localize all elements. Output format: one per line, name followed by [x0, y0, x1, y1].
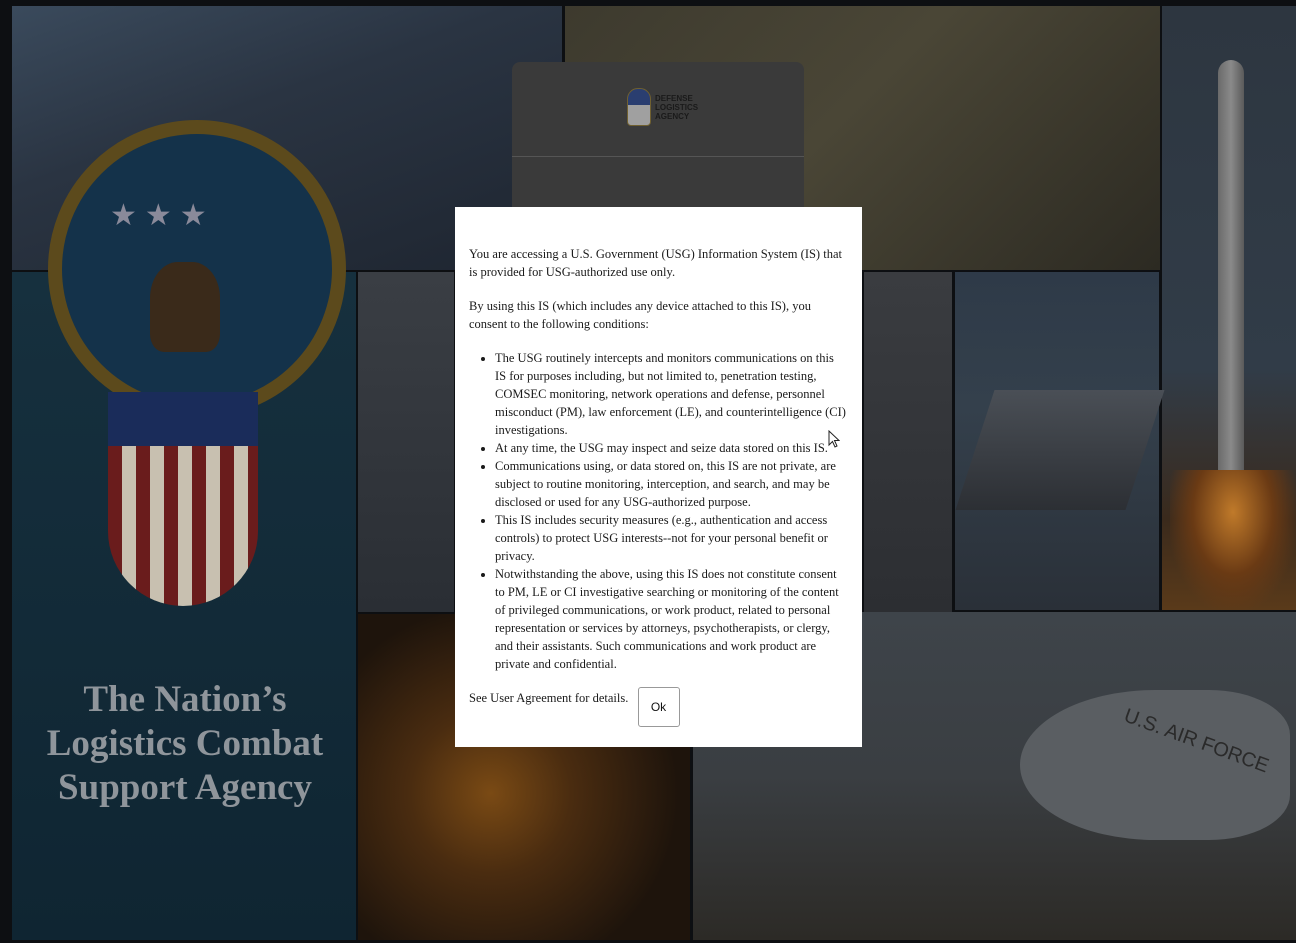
dialog-actions: Ok: [455, 687, 862, 727]
list-item: Communications using, or data stored on,…: [495, 457, 848, 511]
ok-button[interactable]: Ok: [637, 687, 680, 727]
seal-shield-chief: [108, 392, 258, 446]
list-item: Notwithstanding the above, using this IS…: [495, 565, 848, 673]
logo-line-2: LOGISTICS: [655, 102, 699, 112]
rocket-flame-graphic: [1170, 470, 1296, 610]
tagline-line-1: The Nation’s: [83, 679, 287, 720]
list-item: The USG routinely intercepts and monitor…: [495, 349, 848, 439]
tagline-line-3: Support Agency: [58, 767, 312, 808]
seal-stars: ★★★: [110, 199, 215, 232]
usg-consent-dialog: You are accessing a U.S. Government (USG…: [455, 207, 862, 747]
dla-logo: DEFENSE LOGISTICS AGENCY: [627, 88, 699, 126]
agency-tagline: The Nation’s Logistics Combat Support Ag…: [20, 678, 350, 810]
list-item: This IS includes security measures (e.g.…: [495, 511, 848, 565]
dla-logo-text: DEFENSE LOGISTICS AGENCY: [655, 93, 699, 121]
consent-intro: You are accessing a U.S. Government (USG…: [469, 247, 842, 279]
logo-line-1: DEFENSE: [655, 93, 693, 103]
rocket-graphic: [1218, 60, 1244, 480]
mouse-cursor-icon: [828, 430, 840, 448]
eagle-emblem: [150, 262, 220, 352]
login-divider: [512, 156, 804, 157]
tagline-line-2: Logistics Combat: [46, 723, 324, 764]
consent-conditions-list: The USG routinely intercepts and monitor…: [469, 349, 848, 673]
logo-line-3: AGENCY: [655, 111, 690, 121]
consent-lead: By using this IS (which includes any dev…: [469, 299, 811, 331]
hangar-photo: [864, 272, 952, 612]
list-item: At any time, the USG may inspect and sei…: [495, 439, 848, 457]
missile-photo: [358, 272, 454, 612]
dla-logo-badge-icon: [627, 88, 651, 126]
